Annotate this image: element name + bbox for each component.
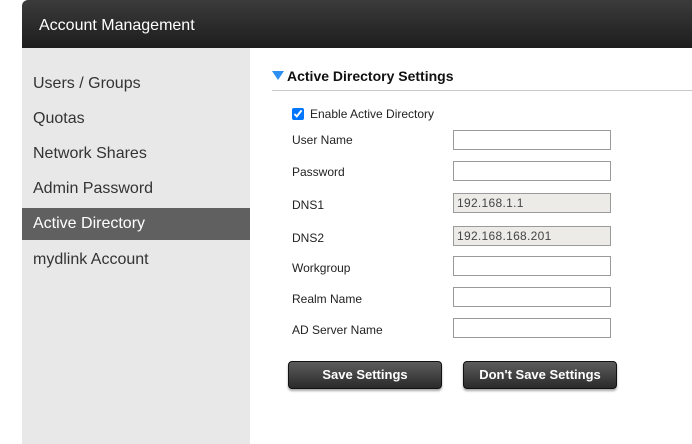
realm-name-input[interactable]	[453, 287, 611, 307]
user-name-label: User Name	[292, 133, 353, 147]
settings-panel: Active Directory Settings Enable Active …	[250, 48, 692, 444]
sidebar: Users / Groups Quotas Network Shares Adm…	[22, 48, 250, 444]
sidebar-item-users-groups[interactable]: Users / Groups	[22, 68, 250, 100]
dns1-label: DNS1	[292, 198, 325, 212]
password-input[interactable]	[453, 161, 611, 181]
sidebar-item-admin-password[interactable]: Admin Password	[22, 173, 250, 205]
title-bar: Account Management	[22, 0, 692, 48]
section-divider	[272, 90, 692, 91]
sidebar-item-active-directory[interactable]: Active Directory	[22, 208, 250, 240]
dns1-input[interactable]	[453, 193, 611, 213]
realm-name-label: Realm Name	[292, 292, 363, 306]
workgroup-input[interactable]	[453, 256, 611, 276]
ad-server-name-input[interactable]	[453, 318, 611, 338]
window-title: Account Management	[39, 17, 195, 34]
dns2-label: DNS2	[292, 231, 325, 245]
workgroup-label: Workgroup	[292, 261, 351, 275]
dont-save-settings-button[interactable]: Don't Save Settings	[463, 361, 617, 389]
save-settings-button[interactable]: Save Settings	[288, 361, 442, 389]
sidebar-item-quotas[interactable]: Quotas	[22, 103, 250, 135]
triangle-down-icon	[272, 71, 284, 80]
enable-ad-row[interactable]: Enable Active Directory	[292, 107, 434, 121]
enable-ad-label: Enable Active Directory	[310, 107, 435, 121]
enable-ad-checkbox[interactable]	[292, 108, 304, 120]
sidebar-item-network-shares[interactable]: Network Shares	[22, 138, 250, 170]
ad-server-name-label: AD Server Name	[292, 323, 383, 337]
sidebar-item-mydlink-account[interactable]: mydlink Account	[22, 244, 250, 276]
user-name-input[interactable]	[453, 130, 611, 150]
dns2-input[interactable]	[453, 226, 611, 246]
password-label: Password	[292, 165, 345, 179]
section-title: Active Directory Settings	[287, 68, 454, 84]
section-header[interactable]: Active Directory Settings	[272, 68, 454, 84]
